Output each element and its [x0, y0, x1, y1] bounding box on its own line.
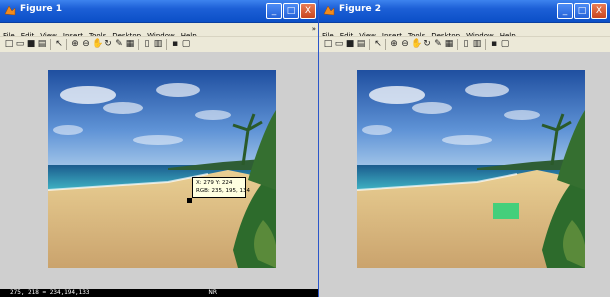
beach-image[interactable] — [357, 70, 585, 268]
hide-tools-icon[interactable]: ▪ — [170, 39, 180, 49]
close-button[interactable]: X — [591, 3, 607, 19]
colorbar-icon[interactable]: ▯ — [142, 39, 152, 49]
toolbar: □ ▭ ■ ▤ ↖ ⊕ ⊖ ✋ ↻ ✎ ▦ ▯ ▥ ▪ ▢ — [0, 36, 319, 53]
save-icon[interactable]: ■ — [26, 39, 36, 49]
open-file-icon[interactable]: ▭ — [15, 39, 25, 49]
title-bar[interactable]: Figure 2 _ □ X — [319, 0, 610, 23]
brush-icon[interactable]: ▦ — [444, 39, 454, 49]
toolbar-separator — [369, 39, 370, 50]
save-icon[interactable]: ■ — [345, 39, 355, 49]
print-icon[interactable]: ▤ — [37, 39, 47, 49]
window-title: Figure 1 — [20, 4, 63, 14]
highlighted-region — [493, 203, 519, 219]
menu-overflow-icon[interactable]: » — [312, 25, 316, 33]
matlab-icon — [323, 5, 335, 16]
pan-icon[interactable]: ✋ — [92, 39, 103, 49]
show-tools-icon[interactable]: ▢ — [500, 39, 510, 49]
colorbar-icon[interactable]: ▯ — [461, 39, 471, 49]
status-indicator: NR — [208, 289, 217, 296]
hide-tools-icon[interactable]: ▪ — [489, 39, 499, 49]
data-cursor-icon[interactable]: ✎ — [433, 39, 443, 49]
rotate-icon[interactable]: ↻ — [422, 39, 432, 49]
matlab-icon — [4, 5, 16, 16]
window-title: Figure 2 — [339, 4, 382, 14]
menu-bar: FileEditViewInsertToolsDesktopWindowHelp… — [0, 23, 319, 40]
data-tip-coordinates: X: 279 Y: 224 — [196, 180, 233, 186]
data-tip[interactable]: X: 279 Y: 224 RGB: 235, 195, 134 — [192, 177, 250, 198]
print-icon[interactable]: ▤ — [356, 39, 366, 49]
open-file-icon[interactable]: ▭ — [334, 39, 344, 49]
toolbar: □ ▭ ■ ▤ ↖ ⊕ ⊖ ✋ ↻ ✎ ▦ ▯ ▥ ▪ ▢ — [319, 36, 610, 53]
zoom-out-icon[interactable]: ⊖ — [400, 39, 410, 49]
new-figure-icon[interactable]: □ — [323, 39, 333, 49]
minimize-button[interactable]: _ — [557, 3, 573, 19]
pixel-info-text: 275, 218 = 234,194,133 — [10, 289, 90, 296]
data-cursor-icon[interactable]: ✎ — [114, 39, 124, 49]
legend-icon[interactable]: ▥ — [153, 39, 163, 49]
new-figure-icon[interactable]: □ — [4, 39, 14, 49]
zoom-in-icon[interactable]: ⊕ — [70, 39, 80, 49]
show-tools-icon[interactable]: ▢ — [181, 39, 191, 49]
edit-plot-icon[interactable]: ↖ — [54, 39, 64, 49]
toolbar-separator — [66, 39, 67, 50]
edit-plot-icon[interactable]: ↖ — [373, 39, 383, 49]
rotate-icon[interactable]: ↻ — [103, 39, 113, 49]
title-bar[interactable]: Figure 1 _ □ X — [0, 0, 319, 23]
toolbar-separator — [485, 39, 486, 50]
close-button[interactable]: X — [300, 3, 316, 19]
toolbar-separator — [138, 39, 139, 50]
toolbar-separator — [457, 39, 458, 50]
brush-icon[interactable]: ▦ — [125, 39, 135, 49]
legend-icon[interactable]: ▥ — [472, 39, 482, 49]
maximize-button[interactable]: □ — [574, 3, 590, 19]
toolbar-separator — [50, 39, 51, 50]
data-cursor-marker[interactable] — [187, 198, 192, 203]
zoom-in-icon[interactable]: ⊕ — [389, 39, 399, 49]
minimize-button[interactable]: _ — [266, 3, 282, 19]
zoom-out-icon[interactable]: ⊖ — [81, 39, 91, 49]
pan-icon[interactable]: ✋ — [411, 39, 422, 49]
data-tip-rgb: RGB: 235, 195, 134 — [196, 188, 250, 194]
beach-image[interactable] — [48, 70, 276, 268]
figure-1-window: Figure 1 _□X FileEditViewInsertToolsDesk… — [0, 0, 319, 297]
status-bar: 275, 218 = 234,194,133 NR — [0, 289, 319, 297]
maximize-button[interactable]: □ — [283, 3, 299, 19]
toolbar-separator — [166, 39, 167, 50]
toolbar-separator — [385, 39, 386, 50]
menu-bar: FileEditViewInsertToolsDesktopWindowHelp — [319, 23, 610, 40]
figure-2-window: Figure 2 _□X FileEditViewInsertToolsDesk… — [319, 0, 610, 297]
